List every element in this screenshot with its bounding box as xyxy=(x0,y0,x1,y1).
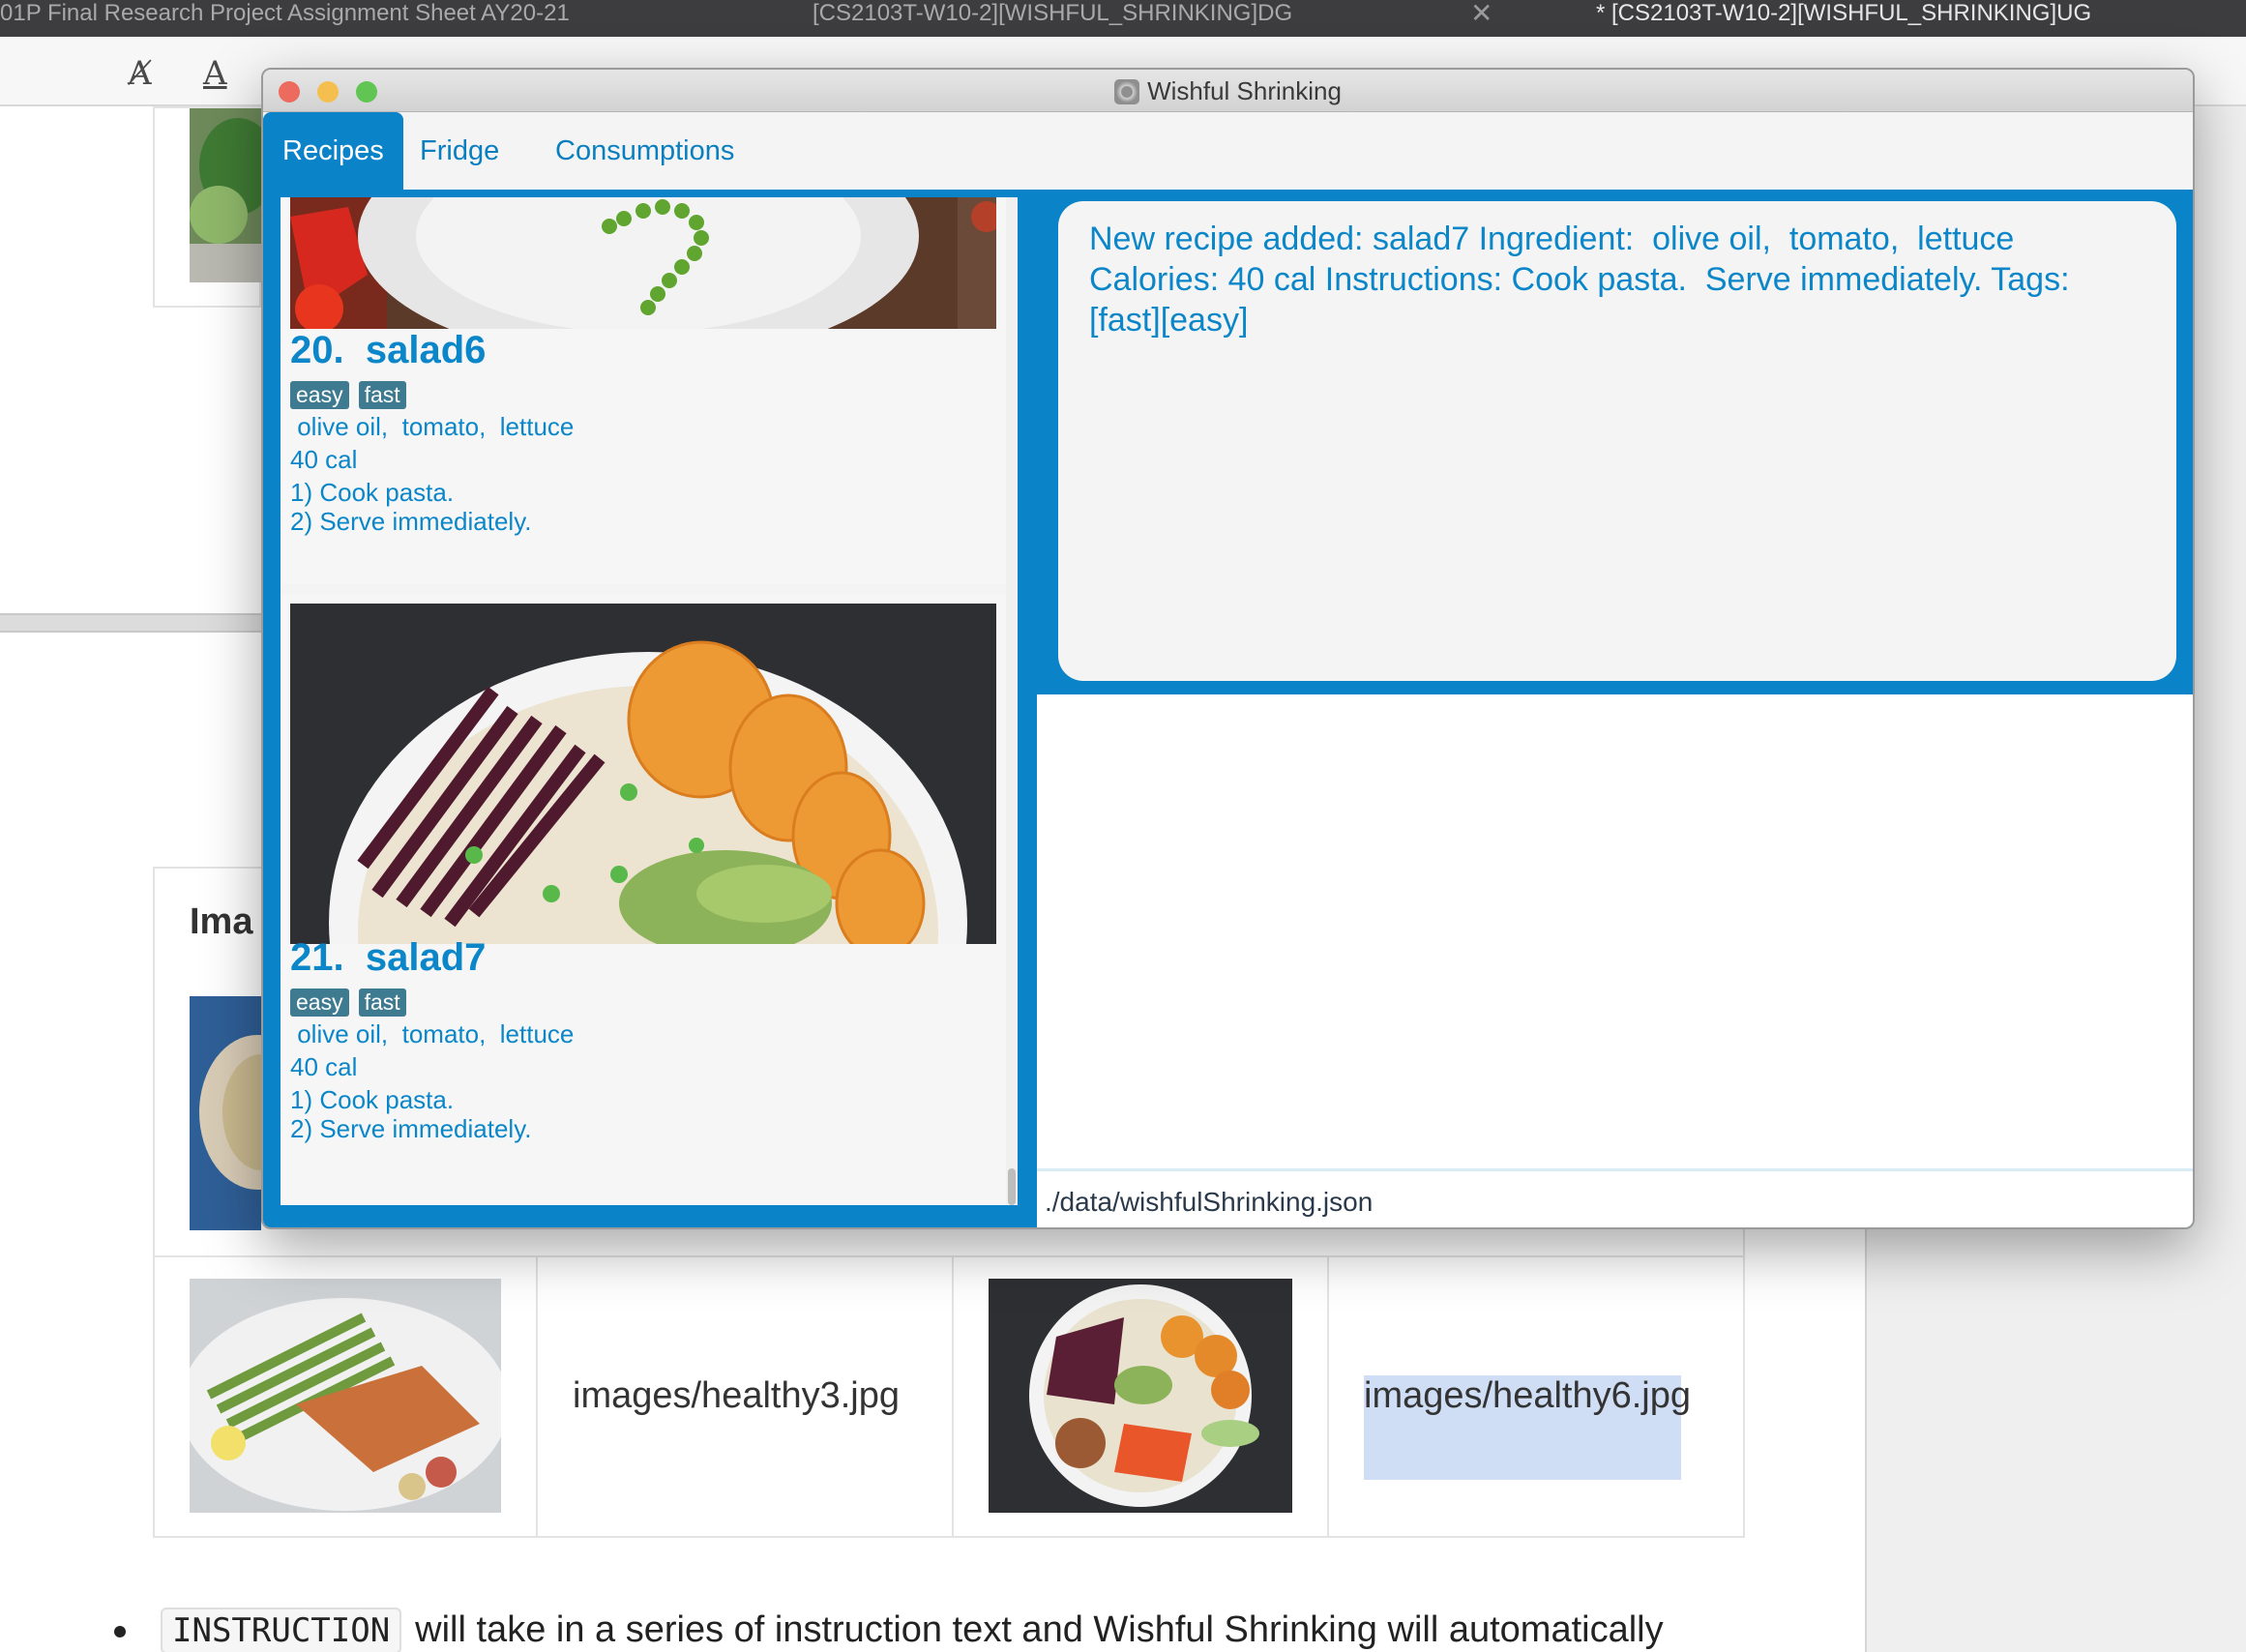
recipes-panel: 20. salad6 easy fast olive oil, tomato, l… xyxy=(263,190,2193,1227)
recipe-tags: easy fast xyxy=(290,381,416,409)
table-divider xyxy=(952,1255,954,1538)
editor-tab-assignment[interactable]: 01P Final Research Project Assignment Sh… xyxy=(0,0,570,37)
image-path-healthy3: images/healthy3.jpg xyxy=(573,1375,900,1416)
recipe-name: 21. salad7 xyxy=(290,936,486,980)
tag-badge: fast xyxy=(358,988,406,1017)
tab-fridge[interactable]: Fridge xyxy=(400,112,518,190)
page-divider xyxy=(0,613,271,633)
doc-salad-image xyxy=(190,108,261,282)
recipe-calories: 40 cal xyxy=(290,445,358,474)
text-style-icon[interactable]: Ⱥ xyxy=(128,54,152,93)
recipe-card[interactable]: 21. salad7 easy fast olive oil, tomato, l… xyxy=(281,594,1006,1205)
tab-consumptions[interactable]: Consumptions xyxy=(536,112,754,190)
bullet-text: will take in a series of instruction tex… xyxy=(415,1609,1664,1650)
bullet-item: INSTRUCTION will take in a series of inst… xyxy=(114,1608,1664,1652)
recipe-calories: 40 cal xyxy=(290,1052,358,1081)
recipe-index: 20. xyxy=(290,329,344,371)
recipe-list-scrollbar[interactable] xyxy=(1006,197,1018,1205)
doc-plate-image xyxy=(190,996,261,1230)
title-bar[interactable]: Wishful Shrinking xyxy=(263,70,2193,112)
tab-recipes[interactable]: Recipes xyxy=(263,112,403,190)
table-divider xyxy=(1327,1255,1329,1538)
recipe-image xyxy=(290,197,996,329)
recipe-list[interactable]: 20. salad6 easy fast olive oil, tomato, l… xyxy=(281,197,1018,1205)
scrollbar-thumb[interactable] xyxy=(1008,1168,1016,1205)
recipe-index: 21. xyxy=(290,936,344,979)
image-path-healthy6[interactable]: images/healthy6.jpg xyxy=(1364,1375,1691,1417)
wishful-shrinking-window: Wishful Shrinking Recipes Fridge Consump… xyxy=(261,68,2195,1229)
tag-badge: fast xyxy=(358,381,406,409)
editor-tab-bar: 01P Final Research Project Assignment Sh… xyxy=(0,0,2246,37)
bullet-dot xyxy=(114,1625,126,1637)
status-file-path: ./data/wishfulShrinking.json xyxy=(1045,1187,1374,1217)
editor-tab-ug[interactable]: * [CS2103T-W10-2][WISHFUL_SHRINKING]UG xyxy=(1596,0,2091,37)
table-heading: Ima xyxy=(190,901,253,942)
instruction-code: INSTRUCTION xyxy=(161,1608,402,1652)
recipe-ingredients: olive oil, tomato, lettuce xyxy=(290,1019,575,1048)
recipe-ingredients: olive oil, tomato, lettuce xyxy=(290,412,575,441)
recipe-instruction: 2) Serve immediately. xyxy=(290,1114,532,1143)
recipe-tags: easy fast xyxy=(290,988,416,1017)
recipe-image xyxy=(290,604,996,944)
status-bar: ./data/wishfulShrinking.json xyxy=(1037,1168,2193,1227)
result-display: New recipe added: salad7 Ingredient: oli… xyxy=(1058,201,2176,681)
editor-tab-dg[interactable]: [CS2103T-W10-2][WISHFUL_SHRINKING]DG xyxy=(813,0,1292,37)
close-tab-icon[interactable]: ✕ xyxy=(1470,0,1492,27)
command-area[interactable] xyxy=(1037,694,2193,1168)
recipe-instruction: 1) Cook pasta. xyxy=(290,1085,455,1114)
app-icon xyxy=(1114,79,1140,104)
recipe-name: 20. salad6 xyxy=(290,329,486,372)
table-divider xyxy=(153,1255,1745,1257)
window-title: Wishful Shrinking xyxy=(263,76,2193,106)
tag-badge: easy xyxy=(290,381,349,409)
table-divider xyxy=(536,1255,538,1538)
font-icon[interactable]: A xyxy=(203,54,227,93)
recipe-instruction: 2) Serve immediately. xyxy=(290,507,532,536)
doc-salmon-image xyxy=(190,1279,501,1513)
tab-bar: Recipes Fridge Consumptions xyxy=(263,112,2193,190)
result-message: New recipe added: salad7 Ingredient: oli… xyxy=(1089,221,2070,339)
recipe-title: salad6 xyxy=(365,329,487,371)
recipe-title: salad7 xyxy=(365,936,487,979)
recipe-instruction: 1) Cook pasta. xyxy=(290,478,455,507)
window-title-text: Wishful Shrinking xyxy=(1147,76,1342,105)
doc-bowl-image xyxy=(989,1279,1292,1513)
tag-badge: easy xyxy=(290,988,349,1017)
recipe-card[interactable]: 20. salad6 easy fast olive oil, tomato, l… xyxy=(281,197,1006,584)
